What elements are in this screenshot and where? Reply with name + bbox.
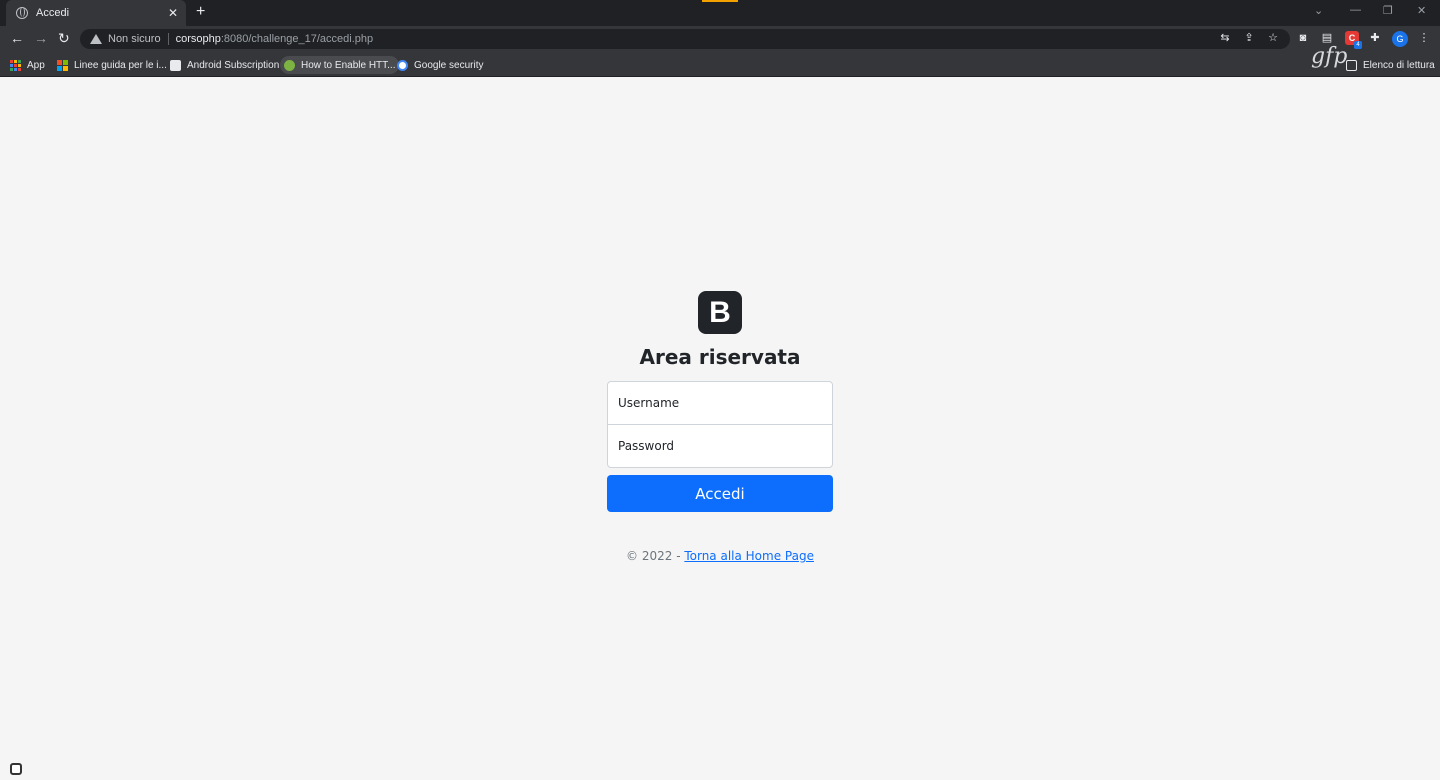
browser-tab[interactable]: Accedi ✕ <box>6 0 186 26</box>
bookmark-label: App <box>27 59 45 71</box>
login-button[interactable]: Accedi <box>607 475 833 512</box>
url-host: corsophp <box>175 33 221 45</box>
footer-copyright: © 2022 - <box>626 549 685 563</box>
microsoft-icon <box>57 59 68 71</box>
footer: © 2022 - Torna alla Home Page <box>560 549 880 563</box>
bookmark-label: How to Enable HTT... <box>301 59 396 71</box>
printer-icon[interactable]: ▤ <box>1321 32 1333 44</box>
forward-icon[interactable]: → <box>34 30 48 46</box>
bookmark-how-to-enable[interactable]: How to Enable HTT... <box>280 56 400 74</box>
restore-icon[interactable]: ❐ <box>1383 4 1393 17</box>
tab-accent-bar <box>702 0 738 2</box>
warning-icon <box>90 34 102 44</box>
reading-list[interactable]: Elenco di lettura <box>1342 56 1439 74</box>
profile-avatar[interactable]: G <box>1392 31 1408 47</box>
google-icon <box>397 59 408 71</box>
bookmark-label: Linee guida per le i... <box>74 59 167 71</box>
bootstrap-logo-icon: B <box>698 291 742 334</box>
bookmark-google-security[interactable]: Google security <box>393 56 487 74</box>
share-icon[interactable]: ⇪ <box>1243 32 1255 44</box>
bookmark-apps[interactable]: App <box>6 56 49 74</box>
address-bar[interactable]: Non sicuro corsophp:8080/challenge_17/ac… <box>80 29 1290 49</box>
browser-toolbar: ← → ↻ Non sicuro corsophp:8080/challenge… <box>0 26 1440 52</box>
tab-strip: Accedi ✕ + ⌄ — ❐ ✕ <box>0 0 1440 26</box>
page-body: B Area riservata Accedi © 2022 - Torna a… <box>0 77 1440 780</box>
bookmark-label: Google security <box>414 59 484 71</box>
page-title: Area riservata <box>639 345 801 369</box>
menu-icon[interactable]: ⋮ <box>1418 32 1430 44</box>
page-icon <box>170 59 181 71</box>
close-tab-icon[interactable]: ✕ <box>168 6 178 20</box>
address-separator <box>167 33 169 45</box>
bookmark-star-icon[interactable]: ☆ <box>1267 32 1279 44</box>
security-label[interactable]: Non sicuro <box>108 33 161 45</box>
bookmark-label: Android Subscription <box>187 59 280 71</box>
tab-title: Accedi <box>36 7 70 19</box>
globe-icon <box>16 7 28 19</box>
status-bar-icon <box>10 763 22 775</box>
back-icon[interactable]: ← <box>10 30 24 46</box>
new-tab-button[interactable]: + <box>196 3 205 21</box>
bookmark-android-subscription[interactable]: Android Subscription <box>166 56 283 74</box>
camera-icon[interactable]: ◙ <box>1297 32 1309 44</box>
username-input[interactable] <box>607 381 833 425</box>
bookmark-linee-guida[interactable]: Linee guida per le i... <box>53 56 171 74</box>
bookmarks-bar: App Linee guida per le i... Android Subs… <box>0 52 1440 77</box>
reading-list-icon <box>1346 59 1357 71</box>
minimize-icon[interactable]: — <box>1350 4 1361 16</box>
watermark: gfp <box>1311 44 1348 69</box>
window-close-icon[interactable]: ✕ <box>1417 4 1426 17</box>
apps-grid-icon <box>10 59 21 71</box>
tab-search-icon[interactable]: ⌄ <box>1314 4 1323 17</box>
reload-icon[interactable]: ↻ <box>58 30 70 47</box>
reading-list-label: Elenco di lettura <box>1363 59 1435 71</box>
extension-badge: 4 <box>1354 41 1362 49</box>
url-path: :8080/challenge_17/accedi.php <box>220 33 374 45</box>
password-input[interactable] <box>607 424 833 468</box>
home-link[interactable]: Torna alla Home Page <box>684 549 814 563</box>
extensions-icon[interactable]: ✚ <box>1369 32 1381 44</box>
site-icon <box>284 59 295 71</box>
translate-icon[interactable]: ⇆ <box>1219 32 1231 44</box>
